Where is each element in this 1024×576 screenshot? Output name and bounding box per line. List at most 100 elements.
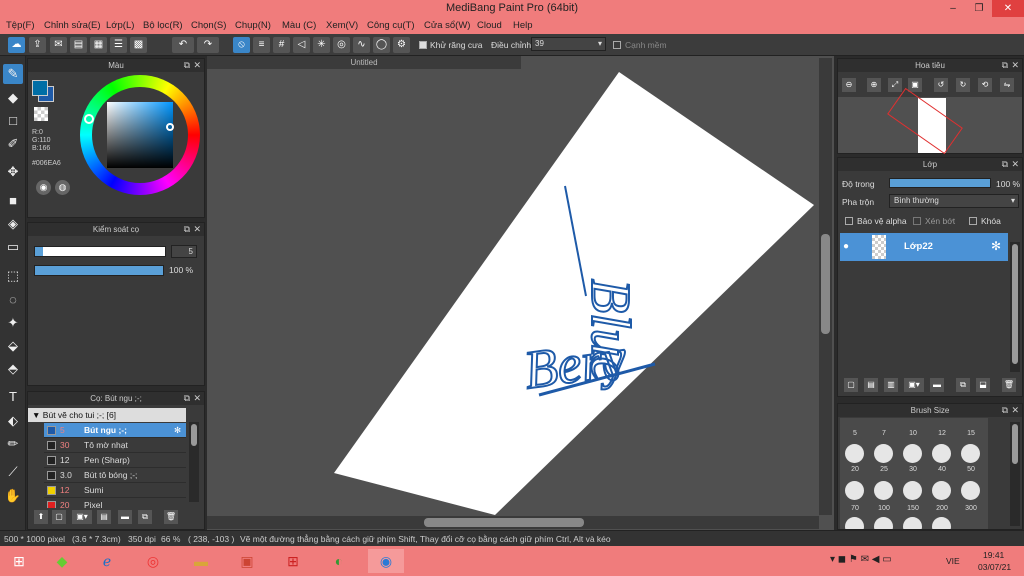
brush-add-icon[interactable]: ⬆ [34,510,48,524]
hue-ring[interactable] [80,75,200,195]
magic-wand-icon[interactable]: ✦ [3,313,23,333]
popout-icon[interactable]: ⧉ [1002,59,1008,72]
size-preset-label[interactable]: 40 [929,466,955,473]
vertical-scrollbar[interactable] [819,58,832,515]
popout-icon[interactable]: ⧉ [184,59,190,72]
brush-list-scrollbar[interactable] [189,422,199,502]
new-brush-icon[interactable]: ▢ [52,510,66,524]
size-preset-dot[interactable] [932,444,951,463]
rect-tool-icon[interactable]: □ [3,111,23,131]
minimize-button[interactable]: – [940,0,966,17]
hue-handle[interactable] [84,114,94,124]
close-icon[interactable]: ✕ [193,392,201,405]
add-layer-menu-icon[interactable]: ▣▾ [904,378,924,392]
size-preset-label[interactable]: 15 [958,430,984,437]
layer-name[interactable]: Lớp22 [904,241,933,252]
menu-layer[interactable]: Lớp(L) [106,20,134,31]
export-icon[interactable]: ▤ [70,37,87,53]
file-explorer-icon[interactable]: ▬ [186,549,216,573]
rotate-right-icon[interactable]: ↻ [956,78,970,92]
flip-icon[interactable]: ⇋ [1000,78,1014,92]
language-indicator[interactable]: VIE [946,556,960,566]
brush-group-header[interactable]: ▼ Bút vẽ cho tui ;-; [6] [28,408,186,422]
saturation-value-square[interactable] [107,102,173,168]
tray-icons[interactable]: ▾ ◼ ⚑ ✉ ◀ ▭ [830,554,892,565]
size-preset-label[interactable]: 100 [871,505,897,512]
size-preset-label[interactable]: 20 [842,466,868,473]
clock-time[interactable]: 19:41 [983,550,1004,560]
menu-color[interactable]: Màu (C) [282,20,316,31]
merge-layer-icon[interactable]: ⬓ [976,378,990,392]
adjust-select[interactable]: 39 ▾ [531,37,606,51]
ellipse-snap-icon[interactable]: ◯ [373,37,390,53]
office-icon[interactable]: ▣ [232,549,262,573]
app-icon[interactable]: ⊞ [278,549,308,573]
bluestacks-icon[interactable]: ◆ [47,549,77,573]
navigator-preview[interactable] [838,87,1022,155]
clock-date[interactable]: 03/07/21 [978,562,1011,572]
layer-scrollbar[interactable] [1010,242,1020,372]
brush-item[interactable]: 20 Pixel [44,498,186,508]
text-tool-icon[interactable]: T [3,387,23,407]
grid-icon[interactable]: ▩ [130,37,147,53]
size-preset-dot[interactable] [903,444,922,463]
trash-icon[interactable]: 🗑 [164,510,178,524]
undo-icon[interactable]: ↶ [172,37,194,53]
windows-start-icon[interactable]: ⊞ [4,549,34,573]
eraser-tool-icon[interactable]: ◆ [3,88,23,108]
palette-icon[interactable]: ◉ [36,180,51,195]
eyedropper-icon[interactable]: ⟋ [3,462,23,482]
close-icon[interactable]: ✕ [193,59,201,72]
hand-tool-icon[interactable]: ✋ [3,486,23,506]
menu-cloud[interactable]: Cloud [477,20,502,31]
blend-select[interactable]: Bình thường ▾ [889,194,1019,208]
brush-item[interactable]: 12 Sumi [44,483,186,498]
popout-icon[interactable]: ⧉ [184,392,190,405]
circle-snap-icon[interactable]: ◎ [333,37,350,53]
size-preset-label[interactable]: 30 [900,466,926,473]
brush-item[interactable]: 3.0 Bút tô bóng ;-; [44,468,186,483]
menu-filter[interactable]: Bộ lọc(R) [143,20,183,31]
close-button[interactable]: ✕ [992,0,1024,17]
size-preset-dot[interactable] [845,481,864,500]
list-icon[interactable]: ☰ [110,37,127,53]
maximize-button[interactable]: ❐ [966,0,992,17]
new-8bit-layer-icon[interactable]: ▥ [884,378,898,392]
divide-tool-icon[interactable]: ✏ [3,434,23,454]
rotate-reset-icon[interactable]: ⟲ [978,78,992,92]
clip-checkbox[interactable] [913,217,921,225]
size-preset-dot[interactable] [845,517,864,529]
size-preset-label[interactable]: 150 [900,505,926,512]
menu-snap[interactable]: Chụp(N) [235,20,271,31]
size-preset-label[interactable]: 10 [900,430,926,437]
zoom-in-icon[interactable]: ⊕ [867,78,881,92]
brush-copy-icon[interactable]: ▤ [97,510,111,524]
size-preset-label[interactable]: 50 [958,466,984,473]
size-preset-dot[interactable] [961,444,980,463]
select-eraser-icon[interactable]: ⬘ [3,359,23,379]
bucket-tool-icon[interactable]: ◈ [3,214,23,234]
popout-icon[interactable]: ⧉ [1002,158,1008,171]
operation-tool-icon[interactable]: ⬖ [3,411,23,431]
size-preset-dot[interactable] [932,517,951,529]
trash-icon[interactable]: 🗑 [1002,378,1016,392]
chrome-icon[interactable]: ◎ [138,549,168,573]
menu-view[interactable]: Xem(V) [326,20,358,31]
protect-alpha-checkbox[interactable] [845,217,853,225]
page-icon[interactable]: ▦ [90,37,107,53]
size-preset-dot[interactable] [845,444,864,463]
lasso-tool-icon[interactable]: ◌ [3,290,23,310]
foreground-color-swatch[interactable] [32,80,48,96]
fit-icon[interactable]: ⤢ [888,78,902,92]
gear-icon[interactable]: ✻ [174,423,181,438]
brush-opacity-slider[interactable] [34,265,164,276]
menu-select[interactable]: Chọn(S) [191,20,226,31]
size-preset-dot[interactable] [961,481,980,500]
soft-edge-checkbox[interactable] [613,41,621,49]
gear-icon[interactable]: ✻ [991,239,1001,253]
redo-icon[interactable]: ↷ [197,37,219,53]
size-preset-label[interactable]: 5 [842,430,868,437]
folder-icon[interactable]: ▬ [118,510,132,524]
canvas-paper[interactable] [334,72,814,515]
brush-size-scrollbar[interactable] [1010,422,1020,526]
